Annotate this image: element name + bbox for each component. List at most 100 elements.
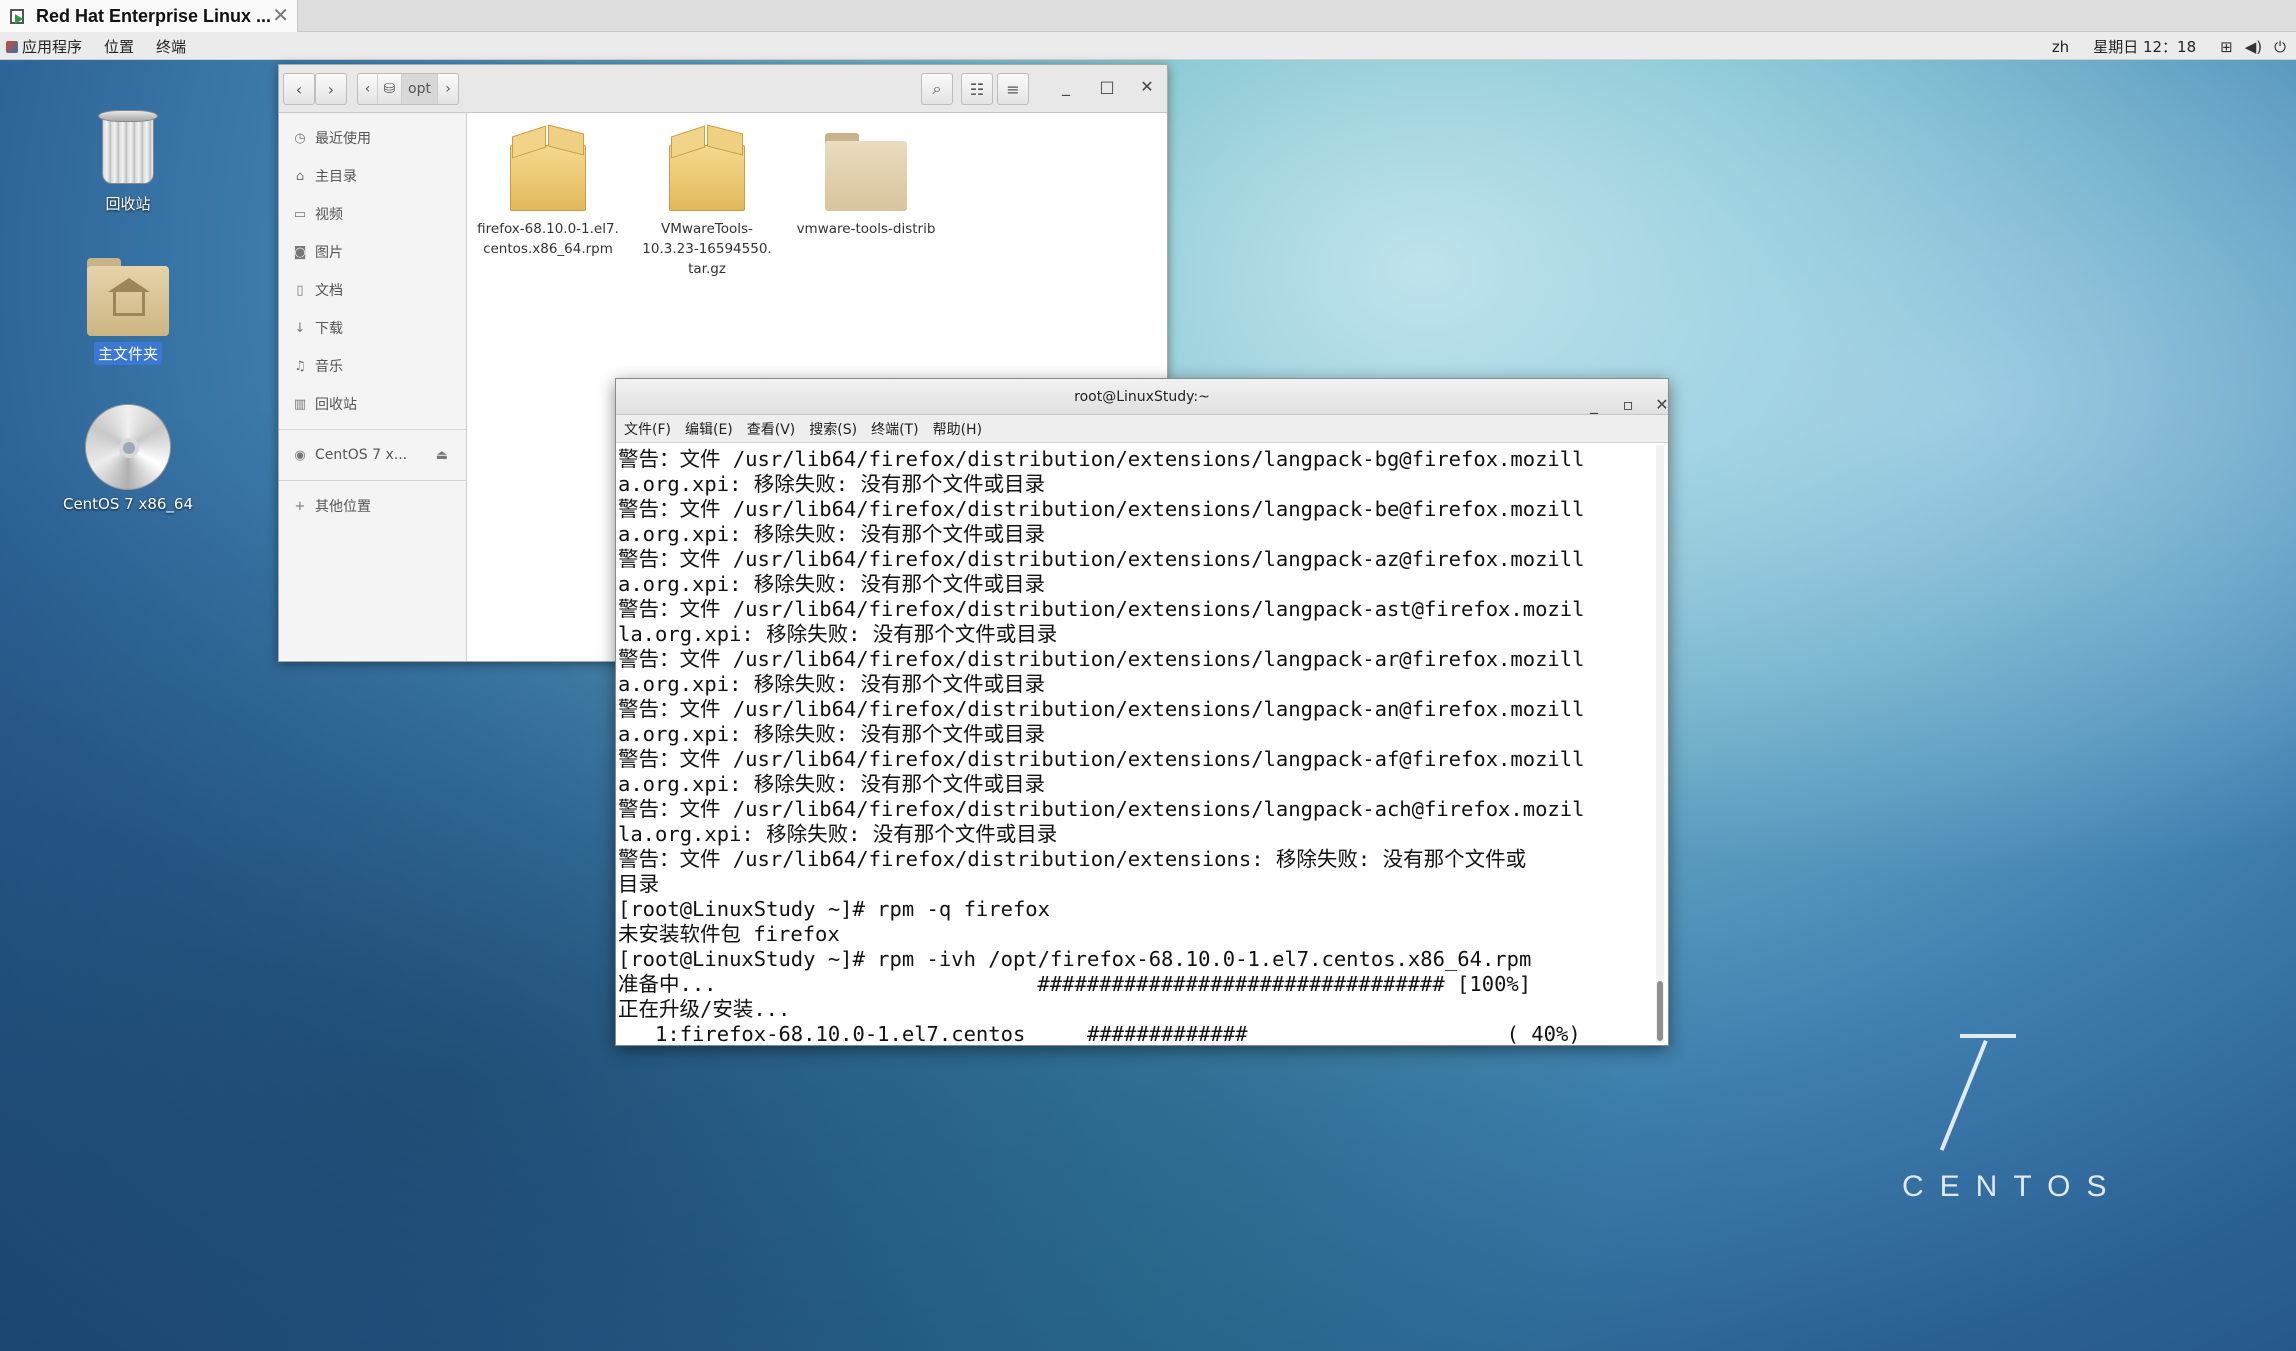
- music-icon: ♫: [294, 358, 306, 374]
- maximize-button[interactable]: □: [1097, 77, 1117, 96]
- download-icon: ↓: [294, 320, 306, 336]
- list-view-icon: ☷: [969, 79, 985, 99]
- sidebar-item-trash[interactable]: ▥ 回收站: [279, 385, 466, 423]
- terminal-line: 警告：文件 /usr/lib64/firefox/distribution/ex…: [618, 647, 1585, 671]
- terminal-line: a.org.xpi: 移除失败: 没有那个文件或目录: [618, 572, 1045, 596]
- chevron-right-icon: ›: [445, 81, 451, 97]
- desktop-home-folder[interactable]: 主文件夹: [58, 256, 198, 365]
- terminal-line: 警告：文件 /usr/lib64/firefox/distribution/ex…: [618, 847, 1527, 871]
- desktop-disc[interactable]: CentOS 7 x86_64: [58, 404, 198, 514]
- desktop-trash[interactable]: 回收站: [58, 108, 198, 215]
- terminal-line: 警告：文件 /usr/lib64/firefox/distribution/ex…: [618, 547, 1585, 571]
- applications-icon: [6, 41, 18, 53]
- terminal-scrollbar[interactable]: [1656, 445, 1664, 1043]
- host-tab[interactable]: Red Hat Enterprise Linux ... ✕: [0, 0, 298, 32]
- sidebar-item-label: 文档: [315, 283, 343, 299]
- forward-button[interactable]: ›: [315, 73, 347, 105]
- terminal-output[interactable]: 警告：文件 /usr/lib64/firefox/distribution/ex…: [618, 445, 1656, 1045]
- file-item[interactable]: firefox-68.10.0-1.el7. centos.x86_64.rpm: [468, 124, 628, 259]
- menu-edit[interactable]: 编辑(E): [685, 419, 733, 439]
- sidebar-item-recent[interactable]: ◷ 最近使用: [279, 119, 466, 157]
- sidebar-item-label: 下载: [315, 321, 343, 337]
- terminal-line: [root@LinuxStudy ~]# rpm -ivh /opt/firef…: [618, 947, 1532, 971]
- sidebar-item-label: CentOS 7 x...: [315, 447, 408, 463]
- centos-version-mark: 7: [1939, 1000, 2070, 1151]
- scrollbar-thumb[interactable]: [1657, 981, 1663, 1041]
- terminal-line: a.org.xpi: 移除失败: 没有那个文件或目录: [618, 772, 1045, 796]
- power-icon: ⏻: [2274, 37, 2286, 56]
- desktop-home-label: 主文件夹: [93, 342, 162, 365]
- sidebar-item-label: 其他位置: [315, 499, 371, 515]
- package-icon: [667, 124, 747, 213]
- clock[interactable]: 星期日 12：18: [2093, 36, 2196, 57]
- menu-search[interactable]: 搜索(S): [809, 419, 857, 439]
- host-tab-bar: Red Hat Enterprise Linux ... ✕: [0, 0, 2296, 32]
- minimize-button[interactable]: _: [1584, 387, 1604, 423]
- sidebar-item-label: 最近使用: [315, 131, 371, 147]
- volume-icon: ◀): [2244, 37, 2263, 56]
- clock-icon: ◷: [294, 130, 306, 146]
- terminal-line: a.org.xpi: 移除失败: 没有那个文件或目录: [618, 522, 1045, 546]
- terminal-menu[interactable]: 终端: [156, 36, 186, 57]
- maximize-button[interactable]: ▫: [1618, 387, 1638, 423]
- vm-icon: [8, 6, 28, 26]
- minimize-button[interactable]: _: [1056, 77, 1076, 96]
- input-language[interactable]: zh: [2052, 38, 2069, 56]
- terminal-line: 警告：文件 /usr/lib64/firefox/distribution/ex…: [618, 747, 1585, 771]
- places-menu[interactable]: 位置: [104, 36, 134, 57]
- menu-file[interactable]: 文件(F): [624, 419, 671, 439]
- terminal-line: 警告：文件 /usr/lib64/firefox/distribution/ex…: [618, 497, 1585, 521]
- menu-terminal[interactable]: 终端(T): [871, 419, 918, 439]
- package-icon: [508, 124, 588, 213]
- sidebar-item-device[interactable]: ◉ CentOS 7 x... ⏏: [279, 436, 466, 474]
- terminal-line: [root@LinuxStudy ~]# rpm -q firefox: [618, 897, 1050, 921]
- sidebar-item-other-locations[interactable]: + 其他位置: [279, 487, 466, 525]
- path-scroll-left[interactable]: ‹: [358, 74, 378, 104]
- menu-help[interactable]: 帮助(H): [933, 419, 982, 439]
- applications-menu[interactable]: 应用程序: [6, 36, 82, 57]
- file-name: vmware-tools-distrib: [796, 221, 936, 237]
- file-item[interactable]: VMwareTools- 10.3.23-16594550. tar.gz: [627, 124, 787, 279]
- centos-wordmark: CENTOS: [1902, 1170, 2123, 1203]
- hamburger-icon: ≡: [1006, 79, 1020, 99]
- drive-icon: ⛁: [383, 81, 396, 97]
- video-icon: ▭: [293, 206, 307, 222]
- terminal-line: 准备中... #################################…: [618, 972, 1532, 996]
- sidebar-item-pictures[interactable]: ◙ 图片: [279, 233, 466, 271]
- sidebar-item-videos[interactable]: ▭ 视频: [279, 195, 466, 233]
- gnome-top-bar: 应用程序 位置 终端 zh 星期日 12：18 ⊞ ◀) ⏻: [0, 32, 2296, 60]
- desktop-disc-label: CentOS 7 x86_64: [62, 495, 194, 513]
- view-toggle-button[interactable]: ☷: [961, 73, 993, 105]
- path-crumb-opt[interactable]: opt: [402, 74, 438, 104]
- sidebar-item-label: 主目录: [315, 169, 357, 185]
- home-icon: ⌂: [295, 168, 305, 184]
- file-item[interactable]: vmware-tools-distrib: [786, 127, 946, 239]
- file-name: centos.x86_64.rpm: [483, 241, 613, 257]
- sidebar-item-downloads[interactable]: ↓ 下载: [279, 309, 466, 347]
- eject-icon[interactable]: ⏏: [436, 448, 448, 463]
- sidebar-item-documents[interactable]: ▯ 文档: [279, 271, 466, 309]
- sidebar-divider: [279, 429, 466, 430]
- optical-disc-icon: [85, 404, 171, 490]
- back-button[interactable]: ‹: [283, 73, 315, 105]
- path-root-button[interactable]: ⛁: [378, 74, 402, 104]
- home-folder-icon: [85, 256, 171, 338]
- system-menu[interactable]: ⊞ ◀) ⏻: [2220, 38, 2286, 56]
- close-button[interactable]: ✕: [1652, 387, 1672, 423]
- menu-button[interactable]: ≡: [997, 73, 1029, 105]
- close-button[interactable]: ✕: [1137, 77, 1157, 96]
- sidebar-item-home[interactable]: ⌂ 主目录: [279, 157, 466, 195]
- close-icon[interactable]: ✕: [272, 3, 289, 27]
- search-button[interactable]: ⌕: [921, 73, 953, 105]
- sidebar-item-music[interactable]: ♫ 音乐: [279, 347, 466, 385]
- sidebar-item-label: 视频: [315, 207, 343, 223]
- terminal-titlebar[interactable]: root@LinuxStudy:~ _ ▫ ✕: [616, 379, 1669, 415]
- document-icon: ▯: [296, 282, 304, 298]
- chevron-left-icon: ‹: [295, 79, 303, 99]
- path-scroll-right[interactable]: ›: [438, 74, 458, 104]
- chevron-left-icon: ‹: [364, 81, 371, 97]
- menu-view[interactable]: 查看(V): [747, 419, 796, 439]
- sidebar-item-label: 音乐: [315, 359, 343, 375]
- file-name: VMwareTools-: [661, 221, 753, 237]
- terminal-line: a.org.xpi: 移除失败: 没有那个文件或目录: [618, 672, 1045, 696]
